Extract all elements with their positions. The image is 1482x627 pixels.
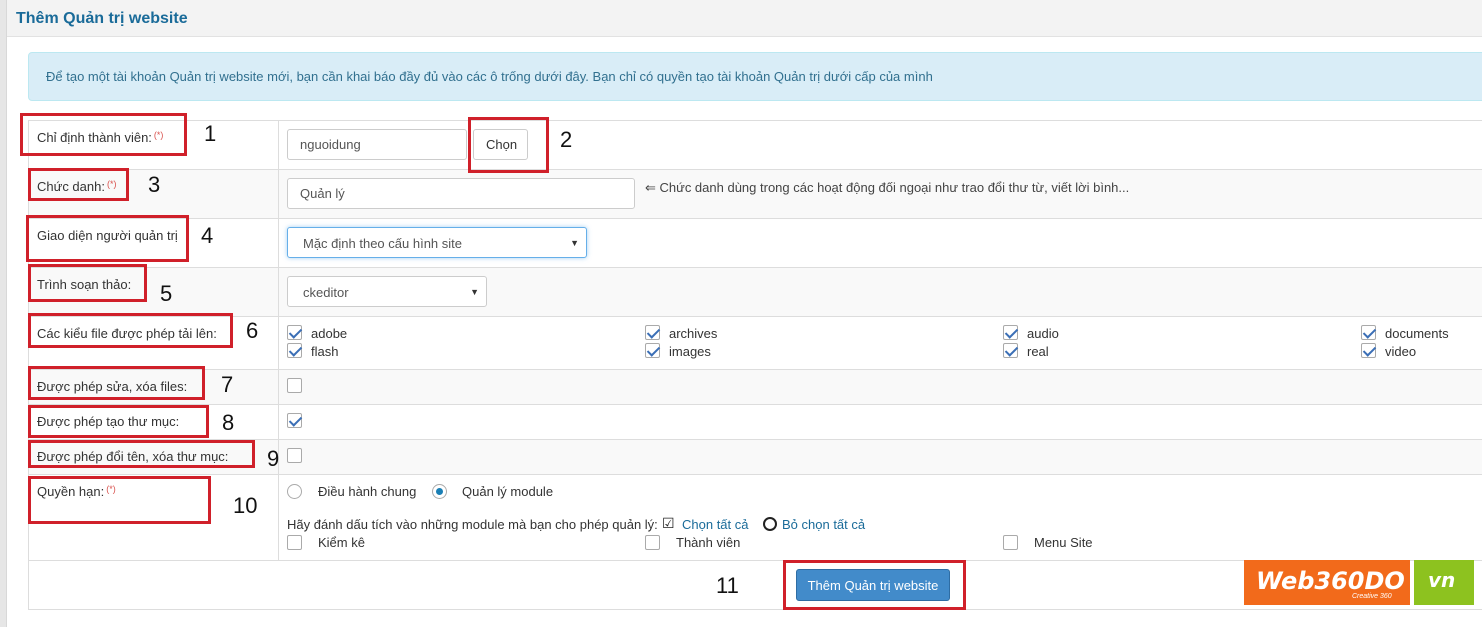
select-all-link[interactable]: Chọn tất cả <box>682 517 749 532</box>
checkbox-module-inventory[interactable] <box>287 535 302 550</box>
check-icon: ☑ <box>662 515 675 531</box>
editor-select-value: ckeditor <box>303 285 349 300</box>
module-prompt: Hãy đánh dấu tích vào những module mà bạ… <box>287 517 658 532</box>
checkbox-rename-dir[interactable] <box>287 448 302 463</box>
position-hint: ⇐ Chức danh dùng trong các hoạt động đối… <box>645 180 1130 195</box>
annotation-number: 8 <box>222 410 235 435</box>
left-edge <box>0 0 7 627</box>
editor-select[interactable]: ckeditor ▼ <box>287 276 487 307</box>
create-dir-label: Được phép tạo thư mục: <box>37 414 180 429</box>
page-title: Thêm Quản trị website <box>16 10 188 27</box>
row-edit-files <box>29 370 1482 405</box>
checkbox-documents[interactable] <box>1361 325 1376 340</box>
checkbox-images[interactable] <box>645 343 660 358</box>
web360do-logo: Web360DO Creative 360 vn <box>1244 560 1474 605</box>
row-editor <box>29 268 1482 317</box>
file-type-label: archives <box>669 326 718 341</box>
row-rename-dir <box>29 440 1482 475</box>
circle-icon <box>763 517 777 531</box>
checkbox-edit-files[interactable] <box>287 378 302 393</box>
radio-label: Điều hành chung <box>318 484 417 499</box>
info-alert: Để tạo một tài khoản Quản trị website mớ… <box>28 52 1482 101</box>
rename-dir-label: Được phép đổi tên, xóa thư mục: <box>37 449 229 464</box>
checkbox-flash[interactable] <box>287 343 302 358</box>
checkbox-module-menu[interactable] <box>1003 535 1018 550</box>
position-label: Chức danh: (*) <box>37 179 117 194</box>
theme-select-value: Mặc định theo cấu hình site <box>303 236 462 251</box>
module-label: Kiểm kê <box>318 535 365 550</box>
editor-label: Trình soạn thảo: <box>37 277 132 292</box>
file-type-label: images <box>669 344 711 359</box>
member-label: Chỉ định thành viên: (*) <box>37 130 164 145</box>
radio-label: Quản lý module <box>462 484 554 499</box>
theme-label: Giao diện người quản trị <box>37 228 178 243</box>
annotation-number: 6 <box>246 318 259 343</box>
file-type-label: real <box>1027 344 1049 359</box>
checkbox-audio[interactable] <box>1003 325 1018 340</box>
position-input[interactable] <box>287 178 635 209</box>
file-type-label: flash <box>311 344 339 359</box>
annotation-number: 9 <box>267 446 280 471</box>
row-create-dir <box>29 405 1482 440</box>
edit-files-label: Được phép sửa, xóa files: <box>37 379 188 394</box>
row-theme <box>29 219 1482 268</box>
module-label: Menu Site <box>1034 535 1093 550</box>
annotation-number: 5 <box>160 281 173 306</box>
member-input[interactable] <box>287 129 467 160</box>
permission-label: Quyền hạn: (*) <box>37 484 116 499</box>
caret-down-icon: ▼ <box>570 238 579 248</box>
annotation-number: 10 <box>233 493 258 518</box>
annotation-number: 11 <box>716 573 739 598</box>
radio-module-admin[interactable] <box>432 484 447 499</box>
choose-member-button[interactable]: Chọn <box>473 129 528 160</box>
checkbox-archives[interactable] <box>645 325 660 340</box>
checkbox-video[interactable] <box>1361 343 1376 358</box>
file-type-label: video <box>1385 344 1417 359</box>
logo-sub: Creative 360 <box>1352 593 1392 600</box>
deselect-all-link[interactable]: Bỏ chọn tất cả <box>782 517 865 532</box>
checkbox-module-users[interactable] <box>645 535 660 550</box>
logo-tld: vn <box>1414 560 1474 605</box>
file-type-label: documents <box>1385 326 1449 341</box>
annotation-number: 7 <box>221 372 234 397</box>
file-type-label: adobe <box>311 326 348 341</box>
radio-general-admin[interactable] <box>287 484 302 499</box>
checkbox-create-dir[interactable] <box>287 413 302 428</box>
checkbox-real[interactable] <box>1003 343 1018 358</box>
row-member <box>29 121 1482 170</box>
annotation-number: 2 <box>560 127 573 152</box>
caret-down-icon: ▼ <box>470 287 479 297</box>
checkbox-adobe[interactable] <box>287 325 302 340</box>
annotation-number: 3 <box>148 172 161 197</box>
submit-button[interactable]: Thêm Quản trị website <box>796 569 950 601</box>
file-types-label: Các kiểu file được phép tải lên: <box>37 326 217 341</box>
module-label: Thành viên <box>676 535 741 550</box>
annotation-number: 4 <box>201 223 214 248</box>
annotation-number: 1 <box>204 121 217 146</box>
file-type-label: audio <box>1027 326 1059 341</box>
page-header: Thêm Quản trị website <box>7 0 1482 37</box>
theme-select[interactable]: Mặc định theo cấu hình site ▼ <box>287 227 587 258</box>
